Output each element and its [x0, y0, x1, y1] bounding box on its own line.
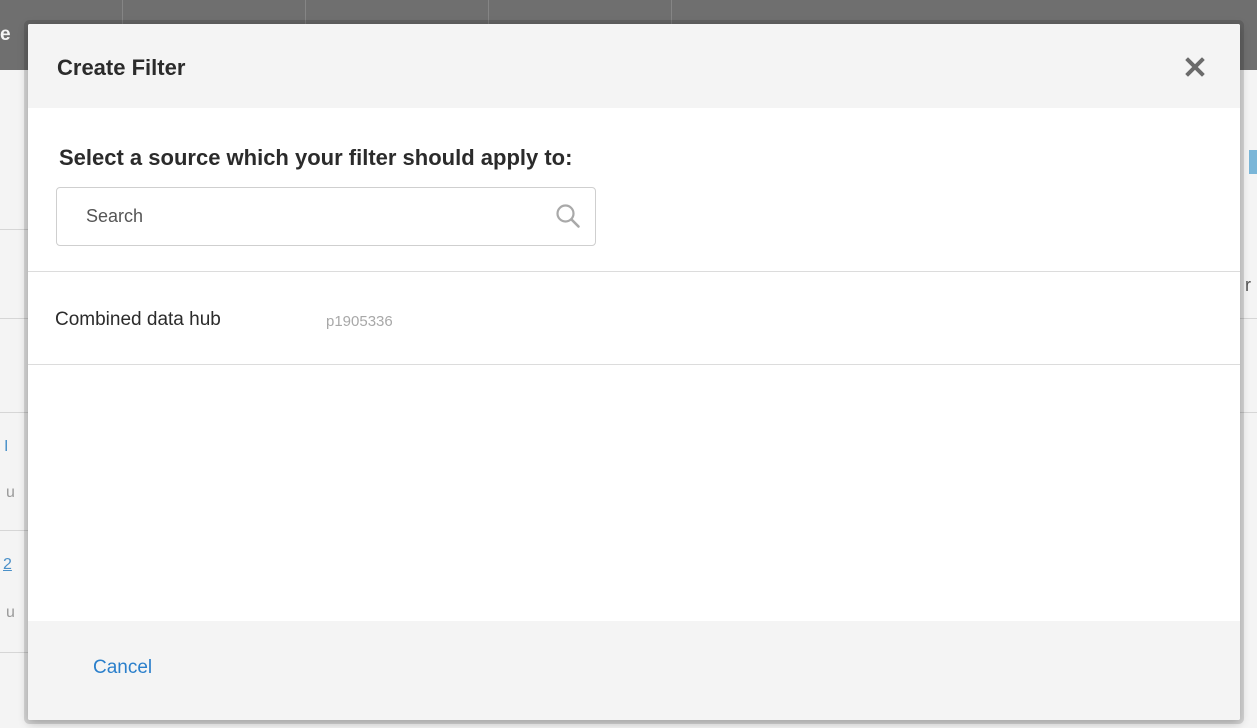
dialog-header: Create Filter [28, 24, 1240, 108]
source-prompt-heading: Select a source which your filter should… [59, 145, 573, 170]
list-divider [28, 364, 1240, 365]
cancel-button[interactable]: Cancel [93, 657, 152, 679]
close-icon [1185, 57, 1205, 77]
background-link-fragment: I [4, 438, 9, 455]
source-list-item[interactable]: Combined data hub p1905336 [28, 272, 1240, 364]
background-divider [0, 652, 28, 653]
background-header-text: e [0, 24, 11, 45]
background-link-fragment: 2 [3, 556, 12, 573]
close-button[interactable] [1180, 52, 1210, 82]
background-divider [0, 318, 28, 319]
search-input[interactable] [57, 188, 537, 245]
search-box [56, 187, 596, 246]
background-divider [0, 229, 28, 230]
background-divider [0, 412, 28, 413]
background-text-fragment: u [6, 484, 15, 501]
search-icon[interactable] [555, 203, 581, 229]
dialog-title: Create Filter [57, 55, 186, 80]
create-filter-dialog: Create Filter Select a source which your… [28, 24, 1240, 720]
background-button-edge [1249, 150, 1257, 174]
source-id: p1905336 [326, 313, 393, 330]
background-text-fragment: u [6, 604, 15, 621]
background-divider [1240, 412, 1257, 413]
background-divider [1240, 318, 1257, 319]
source-name: Combined data hub [55, 309, 221, 330]
dialog-footer: Cancel [28, 621, 1240, 720]
background-text-fragment: r [1245, 275, 1251, 295]
background-divider [0, 530, 28, 531]
